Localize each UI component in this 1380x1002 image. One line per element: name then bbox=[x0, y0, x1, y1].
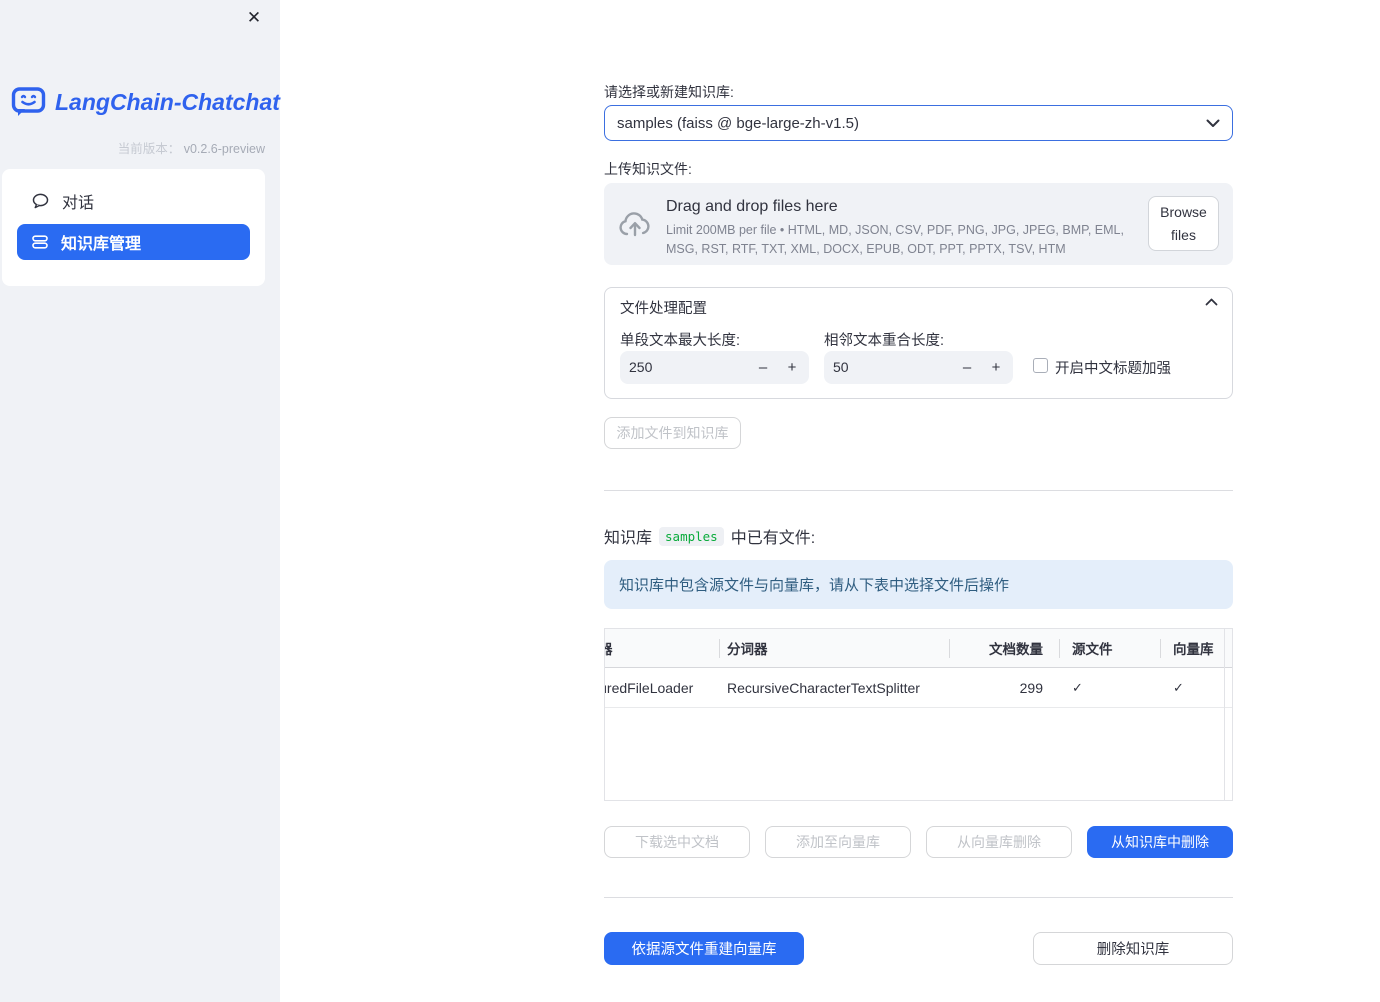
browse-files-button[interactable]: Browse files bbox=[1148, 196, 1219, 251]
cloud-upload-icon bbox=[619, 211, 651, 238]
sidebar-item-label: 对话 bbox=[62, 195, 95, 212]
sidebar-menu: 对话 知识库管理 bbox=[2, 169, 265, 286]
chat-icon bbox=[32, 193, 49, 209]
app-window: ✕ LangChain-Chatchat 当前版本： v0.2.6-previe… bbox=[0, 0, 1380, 1002]
dropzone-hint: Limit 200MB per file • HTML, MD, JSON, C… bbox=[666, 223, 1124, 257]
overlap-increment-button[interactable]: + bbox=[982, 351, 1010, 384]
column-header-loader[interactable]: 文档加载器 bbox=[605, 629, 719, 667]
add-files-to-kb-button[interactable]: 添加文件到知识库 bbox=[604, 417, 741, 449]
chunk-size-increment-button[interactable]: + bbox=[778, 351, 806, 384]
kb-files-suffix: 中已有文件: bbox=[730, 530, 816, 547]
sidebar-close-button[interactable]: ✕ bbox=[242, 6, 266, 30]
delete-from-vector-store-button[interactable]: 从向量库删除 bbox=[926, 826, 1072, 858]
version-value: v0.2.6-preview bbox=[183, 142, 265, 156]
files-table[interactable]: 文档加载器 分词器 文档数量 源文件 向量库 UnstructuredFileL… bbox=[604, 628, 1233, 801]
overlap-decrement-button[interactable]: – bbox=[953, 351, 981, 384]
expander-title: 文件处理配置 bbox=[620, 301, 707, 317]
upload-label: 上传知识文件: bbox=[604, 161, 692, 177]
close-icon: ✕ bbox=[246, 8, 262, 27]
header-separator bbox=[1160, 639, 1161, 658]
chunk-size-decrement-button[interactable]: – bbox=[749, 351, 777, 384]
dropzone-title: Drag and drop files here bbox=[666, 198, 838, 215]
delete-kb-button[interactable]: 删除知识库 bbox=[1033, 932, 1233, 965]
version-text: 当前版本： v0.2.6-preview bbox=[118, 138, 265, 157]
header-separator bbox=[1059, 639, 1060, 658]
kb-select-dropdown[interactable]: samples (faiss @ bge-large-zh-v1.5) bbox=[604, 105, 1233, 141]
header-separator bbox=[719, 639, 720, 658]
app-title: LangChain-Chatchat bbox=[55, 88, 280, 115]
sidebar-item-kb-management[interactable]: 知识库管理 bbox=[17, 224, 250, 260]
table-right-gridline bbox=[1224, 629, 1225, 800]
column-header-splitter[interactable]: 分词器 bbox=[719, 629, 949, 667]
divider bbox=[604, 490, 1233, 491]
chat-bubble-smiley-logo-icon bbox=[11, 86, 47, 118]
main-content: 请选择或新建知识库: samples (faiss @ bge-large-zh… bbox=[604, 0, 1233, 1002]
overlap-size-value: 50 bbox=[833, 359, 849, 375]
app-logo: LangChain-Chatchat bbox=[11, 86, 280, 118]
rebuild-vector-store-button[interactable]: 依据源文件重建向量库 bbox=[604, 932, 804, 965]
chevron-down-icon bbox=[1206, 119, 1220, 128]
kb-name-code: samples bbox=[659, 526, 724, 546]
column-header-vector-store[interactable]: 向量库 bbox=[1160, 629, 1225, 667]
cell-vector-check: ✓ bbox=[1173, 679, 1184, 695]
file-actions-row: 下载选中文档 添加至向量库 从向量库删除 从知识库中删除 bbox=[604, 826, 1233, 858]
cell-docs-count: 299 bbox=[1019, 679, 1043, 696]
divider bbox=[604, 897, 1233, 898]
files-table-header: 文档加载器 分词器 文档数量 源文件 向量库 bbox=[605, 629, 1232, 668]
overlap-size-label: 相邻文本重合长度: bbox=[824, 333, 945, 349]
column-header-docs-count[interactable]: 文档数量 bbox=[949, 629, 1059, 667]
dropzone-text: Drag and drop files here Limit 200MB per… bbox=[666, 198, 1146, 260]
cell-source-check: ✓ bbox=[1072, 679, 1083, 695]
chunk-size-value: 250 bbox=[629, 359, 653, 375]
zh-title-enhance-checkbox[interactable] bbox=[1033, 358, 1048, 373]
kb-select-value: samples (faiss @ bge-large-zh-v1.5) bbox=[617, 114, 859, 132]
knowledge-base-icon bbox=[32, 234, 48, 250]
info-banner: 知识库中包含源文件与向量库，请从下表中选择文件后操作 bbox=[604, 560, 1233, 609]
expander-header[interactable]: 文件处理配置 bbox=[605, 288, 1232, 321]
column-header-source-file[interactable]: 源文件 bbox=[1059, 629, 1160, 667]
header-separator bbox=[949, 639, 950, 658]
chunk-size-label: 单段文本最大长度: bbox=[620, 333, 741, 349]
kb-files-prefix: 知识库 bbox=[604, 530, 653, 547]
version-label: 当前版本： bbox=[117, 142, 181, 156]
file-config-expander: 文件处理配置 单段文本最大长度: 250 – + 相邻文本重合长度: 50 – … bbox=[604, 287, 1233, 399]
kb-files-heading: 知识库 samples 中已有文件: bbox=[604, 524, 815, 548]
sidebar-item-label: 知识库管理 bbox=[61, 236, 142, 253]
file-dropzone[interactable]: Drag and drop files here Limit 200MB per… bbox=[604, 183, 1233, 265]
chunk-size-input[interactable]: 250 – + bbox=[620, 351, 809, 384]
kb-select-label: 请选择或新建知识库: bbox=[604, 84, 734, 100]
cell-loader: UnstructuredFileLoader bbox=[605, 679, 694, 696]
add-to-vector-store-button[interactable]: 添加至向量库 bbox=[765, 826, 911, 858]
download-selected-button[interactable]: 下载选中文档 bbox=[604, 826, 750, 858]
info-banner-text: 知识库中包含源文件与向量库，请从下表中选择文件后操作 bbox=[619, 577, 1010, 594]
zh-title-enhance-label[interactable]: 开启中文标题加强 bbox=[1055, 357, 1171, 378]
cell-splitter: RecursiveCharacterTextSplitter bbox=[727, 679, 920, 696]
sidebar-item-dialogue[interactable]: 对话 bbox=[17, 183, 250, 219]
sidebar: ✕ LangChain-Chatchat 当前版本： v0.2.6-previe… bbox=[0, 0, 280, 1002]
chevron-up-icon bbox=[1205, 298, 1218, 306]
overlap-size-input[interactable]: 50 – + bbox=[824, 351, 1013, 384]
table-row[interactable]: UnstructuredFileLoader RecursiveCharacte… bbox=[605, 668, 1232, 708]
delete-from-kb-button[interactable]: 从知识库中删除 bbox=[1087, 826, 1233, 858]
